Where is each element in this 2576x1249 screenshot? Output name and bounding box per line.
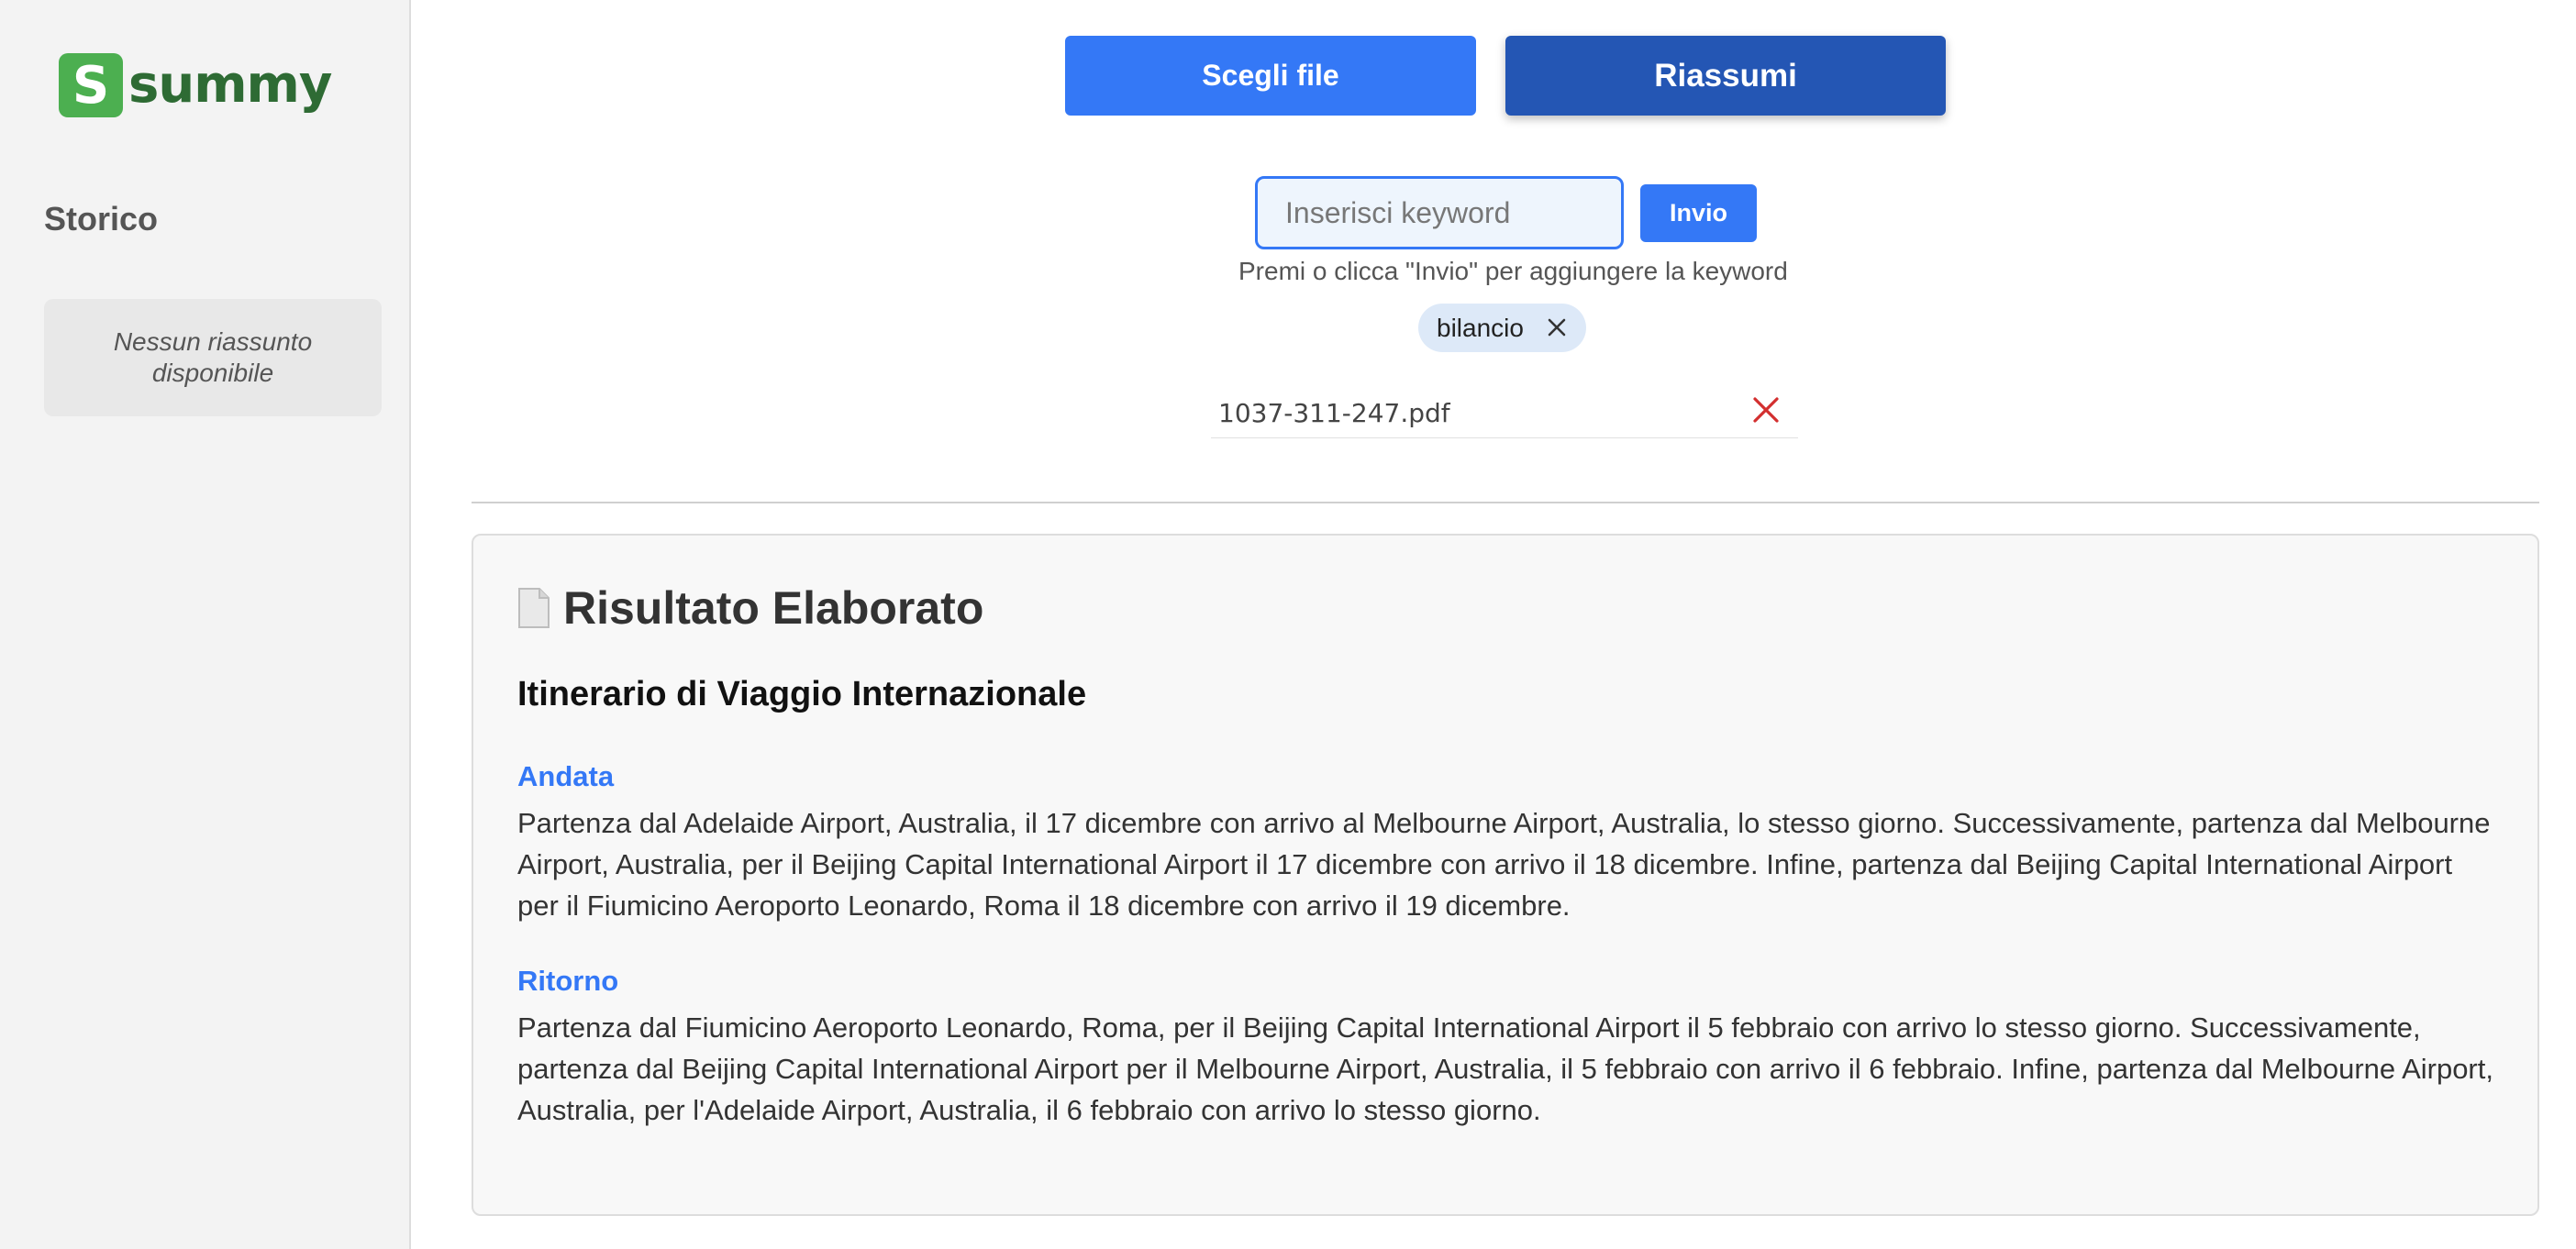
section-title-ritorno: Ritorno: [517, 965, 619, 997]
history-title: Storico: [44, 200, 159, 238]
divider: [472, 502, 2539, 503]
keyword-input[interactable]: [1255, 176, 1624, 249]
remove-file-icon: [1753, 397, 1779, 423]
close-icon[interactable]: [1752, 391, 1780, 431]
logo[interactable]: S summy: [59, 53, 332, 117]
section-title-andata: Andata: [517, 760, 615, 792]
section-text-andata: Partenza dal Adelaide Airport, Australia…: [517, 807, 2491, 922]
section-text-ritorno: Partenza dal Fiumicino Aeroporto Leonard…: [517, 1011, 2493, 1126]
main-content: Scegli file Riassumi Invio Premi o clicc…: [413, 0, 2576, 1249]
keyword-hint: Premi o clicca "Invio" per aggiungere la…: [1238, 257, 1788, 285]
keyword-chip-label: bilancio: [1437, 313, 1524, 342]
logo-text: summy: [128, 55, 332, 115]
result-title-text: Risultato Elaborato: [563, 582, 984, 634]
history-empty-message: Nessun riassunto disponibile: [44, 299, 382, 416]
logo-icon: S: [59, 53, 123, 117]
close-icon[interactable]: [1546, 314, 1568, 343]
result-panel: Risultato Elaborato Itinerario di Viaggi…: [472, 534, 2539, 1216]
document-heading: Itinerario di Viaggio Internazionale: [517, 675, 1087, 713]
result-title: Risultato Elaborato: [517, 581, 2493, 635]
document-icon: [517, 587, 550, 629]
choose-file-button[interactable]: Scegli file: [1065, 36, 1476, 116]
close-icon-svg: [1548, 318, 1566, 336]
file-name: 1037-311-247.pdf: [1218, 398, 1450, 428]
keyword-chip: bilancio: [1418, 304, 1586, 352]
app: S summy Storico Nessun riassunto disponi…: [0, 0, 2576, 1249]
summarize-button[interactable]: Riassumi: [1505, 36, 1946, 116]
sidebar: S summy Storico Nessun riassunto disponi…: [0, 0, 411, 1249]
file-row: 1037-311-247.pdf: [1211, 392, 1798, 438]
send-keyword-button[interactable]: Invio: [1640, 184, 1757, 242]
